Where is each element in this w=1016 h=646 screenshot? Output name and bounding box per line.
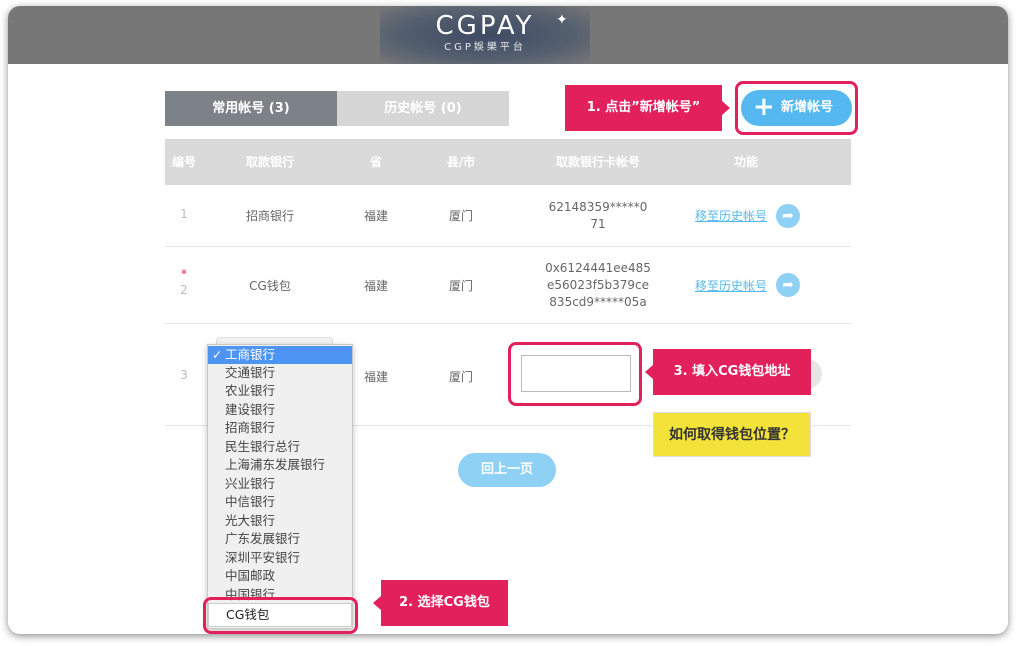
callout-step2: 2. 选择CG钱包 [381,580,508,626]
move-to-history-link[interactable]: 移至历史帐号 [691,277,771,294]
row-account-line: e56023f5b379ce [547,278,649,292]
col-header-account: 取款银行卡帐号 [555,155,640,169]
back-button[interactable]: 回上一页 [458,453,556,487]
dropdown-option[interactable]: ✓ 工商银行 [208,346,352,364]
dropdown-option[interactable]: 上海浦东发展银行 [208,456,352,474]
dropdown-option[interactable]: 民生银行总行 [208,438,352,456]
row-index: 3 [180,368,188,382]
move-to-history-link[interactable]: 移至历史帐号 [691,207,771,224]
dropdown-option[interactable]: 农业银行 [208,382,352,400]
row-account-line: 71 [590,217,606,231]
tab-history-accounts[interactable]: 历史帐号 (0) [337,91,509,126]
dropdown-option[interactable]: 建设银行 [208,401,352,419]
logo-subtitle: CGP娛樂平台 [444,42,526,53]
dropdown-option[interactable]: 光大银行 [208,512,352,530]
callout-step3: 3. 填入CG钱包地址 [653,349,811,395]
row-index: 2 [180,283,188,297]
col-header-bank: 取款银行 [245,155,294,169]
row-province: 福建 [363,209,388,223]
bank-dropdown-list: ✓ 工商银行 交通银行 农业银行 建设银行 招商银行 民生银行总行 上海浦东发展银… [207,344,353,629]
row-city: 厦门 [448,370,473,384]
tab-common-accounts[interactable]: 常用帐号 (3) [165,91,337,126]
wallet-address-input[interactable] [521,355,631,392]
move-to-history-icon[interactable]: ➦ [776,204,800,228]
add-account-button[interactable]: + 新增帐号 [741,90,852,126]
row-province: 福建 [363,279,388,293]
callout-step3-arrow [645,365,653,379]
row-account: 0x6124441ee485 e56023f5b379ce 835cd9****… [507,260,689,311]
dropdown-option-cg-wallet[interactable]: CG钱包 [208,603,352,627]
col-header-actions: 功能 [733,155,758,169]
table-row: 1 招商银行 福建 厦门 62148359*****0 71 移至历史帐号 ➦ [165,185,851,247]
dropdown-option[interactable]: 招商银行 [208,419,352,437]
callout-step1: 1. 点击”新增帐号” [565,85,722,131]
add-account-label: 新增帐号 [781,100,834,115]
dropdown-option[interactable]: 广东发展银行 [208,530,352,548]
row-account-line: 62148359*****0 [548,200,648,214]
dropdown-option[interactable]: 中国邮政 [208,567,352,585]
move-to-history-label: 移至历史帐号 [694,279,767,293]
col-header-city: 县/市 [446,155,476,169]
table-header: 编号 取款银行 省 县/市 取款银行卡帐号 功能 [165,139,851,185]
dropdown-option[interactable]: 交通银行 [208,364,352,382]
check-icon: ✓ [212,347,223,362]
row-bank: CG钱包 [249,279,291,293]
move-to-history-icon[interactable]: ➦ [776,273,800,297]
dropdown-option[interactable]: 兴业银行 [208,475,352,493]
row-account: 62148359*****0 71 [507,199,689,233]
cgpay-logo: CGPAY CGP娛樂平台 ✦ [380,6,590,64]
plus-icon: + [753,92,775,122]
required-star: * [181,267,187,281]
row-city: 厦门 [448,279,473,293]
dropdown-option[interactable]: 深圳平安银行 [208,549,352,567]
table-row: * 2 CG钱包 福建 厦门 0x6124441ee485 e56023f5b3… [165,247,851,324]
row-bank: 招商银行 [245,209,294,223]
wallet-help-button[interactable]: 如何取得钱包位置？ [653,412,811,457]
callout-step1-arrow [722,101,730,115]
sparkle-icon: ✦ [556,12,568,28]
row-account-line: 0x6124441ee485 [545,261,651,275]
app-window: CGPAY CGP娛樂平台 ✦ 常用帐号 (3) 历史帐号 (0) + 新增帐号… [8,6,1008,634]
row-account-line: 835cd9*****05a [549,295,647,309]
move-to-history-label: 移至历史帐号 [694,209,767,223]
header-bar: CGPAY CGP娛樂平台 ✦ [8,6,1008,64]
dropdown-option[interactable]: 中信银行 [208,493,352,511]
row-index: 1 [180,207,188,221]
col-header-index: 编号 [171,155,196,169]
callout-step2-arrow [373,596,381,610]
row-city: 厦门 [448,209,473,223]
col-header-province: 省 [369,155,382,169]
